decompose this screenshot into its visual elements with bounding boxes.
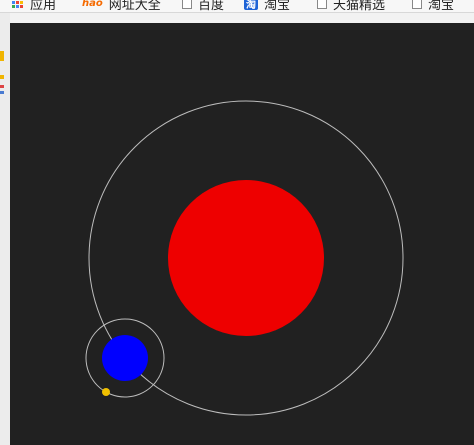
- planet: [102, 335, 148, 381]
- sun: [168, 180, 324, 336]
- bookmark-label: 百度: [198, 0, 225, 13]
- page-icon: [317, 0, 327, 9]
- bookmark-baidu[interactable]: 百度: [182, 0, 224, 12]
- solar-system-canvas[interactable]: [10, 23, 474, 445]
- bookmark-hao123[interactable]: hao 网址大全: [82, 0, 161, 12]
- left-edge-strip: [0, 13, 10, 445]
- bookmark-tmall[interactable]: 天猫精选: [317, 0, 385, 12]
- solar-system-svg: [85, 100, 404, 416]
- apps-grid-icon: [12, 0, 24, 9]
- edge-marker: [0, 91, 4, 94]
- bookmark-apps[interactable]: 应用: [12, 0, 56, 12]
- bookmark-label: 网址大全: [108, 0, 161, 13]
- taobao-icon: 淘: [244, 0, 258, 11]
- bookmarks-bar: 应用 hao 网址大全 百度 淘 淘宝 天猫精选 淘宝: [0, 0, 474, 13]
- edge-marker: [0, 51, 4, 61]
- bookmark-label: 天猫精选: [333, 0, 386, 13]
- edge-marker: [0, 75, 4, 79]
- bookmark-taobao[interactable]: 淘 淘宝: [244, 0, 290, 12]
- bookmark-label: 淘宝: [264, 0, 291, 13]
- page-icon: [412, 0, 422, 9]
- hao123-icon: hao: [82, 0, 103, 9]
- edge-marker: [0, 85, 4, 88]
- bookmark-taobao-2[interactable]: 淘宝: [412, 0, 454, 12]
- page-icon: [182, 0, 192, 9]
- bookmark-label: 应用: [30, 0, 57, 13]
- bookmark-label: 淘宝: [428, 0, 455, 13]
- moon: [102, 388, 110, 396]
